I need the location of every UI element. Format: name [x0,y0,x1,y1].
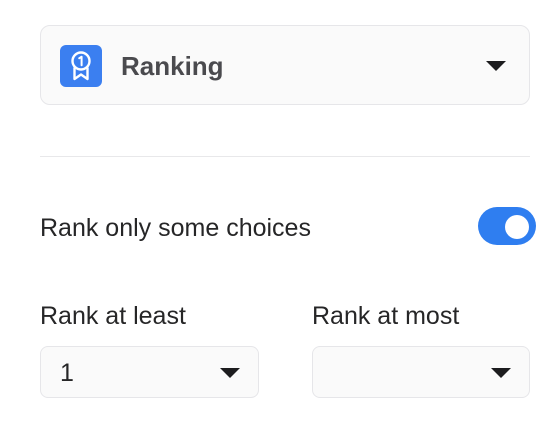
ribbon-medal-icon [60,45,102,87]
rank-at-least-dropdown[interactable]: 1 [40,346,259,398]
toggle-knob [505,215,529,239]
rank-only-some-label: Rank only some choices [40,214,311,242]
rank-at-least-label: Rank at least [40,302,186,330]
ranking-settings-panel: Ranking Rank only some choices Rank at l… [0,0,560,426]
chevron-down-icon [491,368,511,378]
rank-at-most-label: Rank at most [312,302,460,330]
chevron-down-icon [220,368,240,378]
chevron-down-icon [486,61,506,71]
divider [40,156,530,157]
rank-at-most-dropdown[interactable] [312,346,530,398]
rank-only-some-toggle[interactable] [478,207,536,245]
rank-at-least-value: 1 [60,359,74,387]
question-type-label: Ranking [121,51,224,81]
question-type-dropdown[interactable]: Ranking [40,25,530,105]
